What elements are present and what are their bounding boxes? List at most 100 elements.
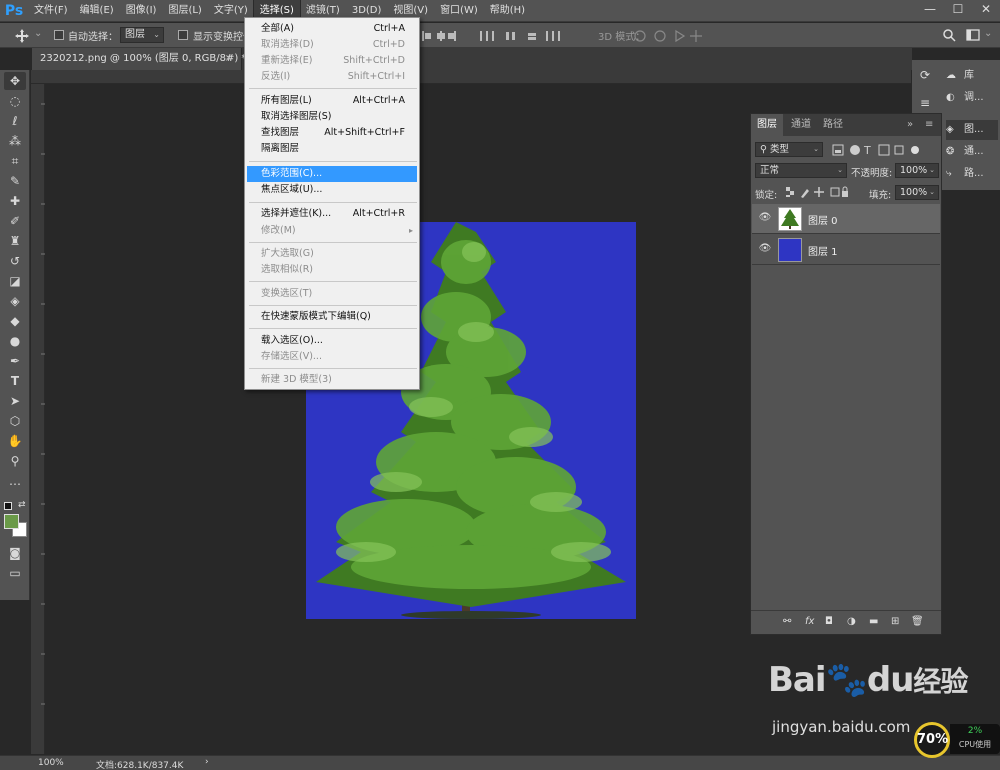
blur-tool-icon[interactable]: ◆: [4, 312, 26, 330]
minimize-button[interactable]: —: [916, 0, 944, 20]
tab-channels[interactable]: 通道: [785, 114, 817, 136]
menu-item-select-and-mask[interactable]: 选择并遮住(K)... Alt+Ctrl+R: [247, 206, 417, 222]
lasso-tool-icon[interactable]: ℓ: [4, 112, 26, 130]
crop-tool-icon[interactable]: ⌗: [4, 152, 26, 170]
auto-select-dropdown[interactable]: 图层 ⌄: [120, 27, 164, 43]
eye-icon[interactable]: 👁: [758, 243, 772, 257]
healing-brush-tool-icon[interactable]: ✚: [4, 192, 26, 210]
quick-mask-icon[interactable]: ◙: [4, 544, 26, 562]
panel-menu-icon[interactable]: ≡: [919, 114, 939, 136]
maximize-button[interactable]: ☐: [944, 0, 972, 20]
properties-panel-icon[interactable]: ≡: [920, 96, 934, 110]
opacity-input[interactable]: 100% ⌄: [895, 163, 939, 178]
menu-item-select-all[interactable]: 全部(A) Ctrl+A: [247, 21, 417, 37]
menu-item-similar[interactable]: 选取相似(R): [247, 262, 417, 278]
workspace-icon[interactable]: [966, 28, 980, 42]
menu-item-color-range[interactable]: 色彩范围(C)...: [247, 166, 417, 182]
clone-stamp-tool-icon[interactable]: ♜: [4, 232, 26, 250]
menu-item-deselect[interactable]: 取消选择(D) Ctrl+D: [247, 37, 417, 53]
more-tools-icon[interactable]: …: [4, 472, 26, 490]
new-layer-icon[interactable]: ⊞: [891, 616, 899, 627]
new-group-icon[interactable]: ▬: [869, 616, 878, 627]
swap-colors-icon[interactable]: ⇄: [18, 500, 26, 510]
adjustment-layer-icon[interactable]: ◑: [847, 616, 856, 627]
menu-item-find-layers[interactable]: 查找图层 Alt+Shift+Ctrl+F: [247, 125, 417, 141]
delete-layer-icon[interactable]: 🗑: [911, 616, 924, 627]
move-tool-icon[interactable]: [14, 28, 30, 44]
menu-image[interactable]: 图像(I): [120, 0, 163, 22]
history-brush-tool-icon[interactable]: ↺: [4, 252, 26, 270]
tab-layers[interactable]: 图层: [751, 114, 783, 136]
auto-select-checkbox[interactable]: [54, 30, 64, 40]
brush-tool-icon[interactable]: ✐: [4, 212, 26, 230]
close-tab-icon[interactable]: ×: [225, 48, 233, 70]
layer-filter-icons[interactable]: T: [831, 143, 921, 157]
menu-item-focus-area[interactable]: 焦点区域(U)...: [247, 182, 417, 198]
tab-paths[interactable]: 路径: [817, 114, 849, 136]
3d-mode-icons[interactable]: [632, 28, 712, 44]
adjustments-panel-button[interactable]: ◐ 调...: [946, 88, 998, 108]
menu-item-reselect[interactable]: 重新选择(E) Shift+Ctrl+D: [247, 53, 417, 69]
status-bar: 100% 文档:628.1K/837.4K ›: [0, 755, 1000, 770]
menu-item-new-3d-extrusion[interactable]: 新建 3D 模型(3): [247, 372, 417, 388]
menu-item-save-selection[interactable]: 存储选区(V)...: [247, 349, 417, 365]
default-colors-icon[interactable]: [4, 502, 12, 510]
blend-mode-dropdown[interactable]: 正常 ⌄: [755, 163, 847, 178]
status-menu-arrow-icon[interactable]: ›: [205, 757, 209, 767]
layer-style-fx-icon[interactable]: fx: [805, 616, 814, 627]
menu-help[interactable]: 帮助(H): [484, 0, 531, 22]
dodge-tool-icon[interactable]: ●: [4, 332, 26, 350]
channels-panel-button[interactable]: ❂ 通...: [946, 142, 998, 162]
zoom-level[interactable]: 100%: [38, 758, 64, 768]
search-icon[interactable]: [942, 28, 956, 42]
workspace-chevron-icon[interactable]: ⌄: [984, 28, 992, 39]
menu-item-isolate-layers[interactable]: 隔离图层: [247, 141, 417, 157]
collapse-panel-icon[interactable]: »: [901, 114, 919, 136]
tool-preset-chevron-icon[interactable]: ⌄: [34, 28, 42, 39]
paths-panel-button[interactable]: ⤷ 路...: [946, 164, 998, 184]
menu-item-deselect-layers[interactable]: 取消选择图层(S): [247, 109, 417, 125]
menu-edit[interactable]: 编辑(E): [74, 0, 120, 22]
libraries-panel-button[interactable]: ☁ 库: [946, 66, 998, 86]
path-selection-tool-icon[interactable]: ➤: [4, 392, 26, 410]
history-panel-icon[interactable]: ⟳: [920, 68, 934, 82]
move-tool-icon[interactable]: ✥: [4, 72, 26, 90]
hand-tool-icon[interactable]: ✋: [4, 432, 26, 450]
layer-filter-dropdown[interactable]: ⚲ 类型 ⌄: [755, 142, 823, 157]
menu-file[interactable]: 文件(F): [28, 0, 74, 22]
menu-item-inverse[interactable]: 反选(I) Shift+Ctrl+I: [247, 69, 417, 85]
eye-icon[interactable]: 👁: [758, 212, 772, 226]
paint-bucket-tool-icon[interactable]: ◈: [4, 292, 26, 310]
menu-item-modify[interactable]: 修改(M) ▸: [247, 223, 417, 239]
menu-item-transform-selection[interactable]: 变换选区(T): [247, 286, 417, 302]
align-distribute-icons[interactable]: [420, 29, 580, 43]
menu-item-all-layers[interactable]: 所有图层(L) Alt+Ctrl+A: [247, 93, 417, 109]
menu-layer[interactable]: 图层(L): [162, 0, 207, 22]
photoshop-logo: Ps: [4, 2, 24, 19]
lock-icons[interactable]: [785, 185, 849, 199]
zoom-tool-icon[interactable]: ⚲: [4, 452, 26, 470]
type-tool-icon[interactable]: T: [4, 372, 26, 390]
menu-item-grow[interactable]: 扩大选取(G): [247, 246, 417, 262]
document-info: 文档:628.1K/837.4K: [96, 761, 184, 770]
fill-input[interactable]: 100% ⌄: [895, 185, 939, 200]
layers-panel-button[interactable]: ◈ 图...: [946, 120, 998, 140]
pen-tool-icon[interactable]: ✒: [4, 352, 26, 370]
shape-tool-icon[interactable]: ⬡: [4, 412, 26, 430]
link-layers-icon[interactable]: ⚯: [783, 616, 791, 627]
menu-item-load-selection[interactable]: 载入选区(O)...: [247, 333, 417, 349]
screen-mode-icon[interactable]: ▭: [4, 564, 26, 582]
layer-row-1[interactable]: 👁 图层 1: [752, 235, 940, 265]
close-window-button[interactable]: ✕: [972, 0, 1000, 20]
menu-window[interactable]: 窗口(W): [434, 0, 484, 22]
menu-item-quick-mask[interactable]: 在快速蒙版模式下编辑(Q): [247, 309, 417, 325]
magic-wand-tool-icon[interactable]: ⁂: [4, 132, 26, 150]
show-transform-checkbox[interactable]: [178, 30, 188, 40]
eraser-tool-icon[interactable]: ◪: [4, 272, 26, 290]
add-mask-icon[interactable]: ◘: [825, 616, 833, 627]
foreground-color-swatch[interactable]: [4, 514, 19, 529]
layer-row-0[interactable]: 👁 图层 0: [752, 204, 940, 234]
eyedropper-tool-icon[interactable]: ✎: [4, 172, 26, 190]
marquee-tool-icon[interactable]: ◌: [4, 92, 26, 110]
document-tab[interactable]: 2320212.png @ 100% (图层 0, RGB/8#) * ×: [32, 48, 246, 70]
